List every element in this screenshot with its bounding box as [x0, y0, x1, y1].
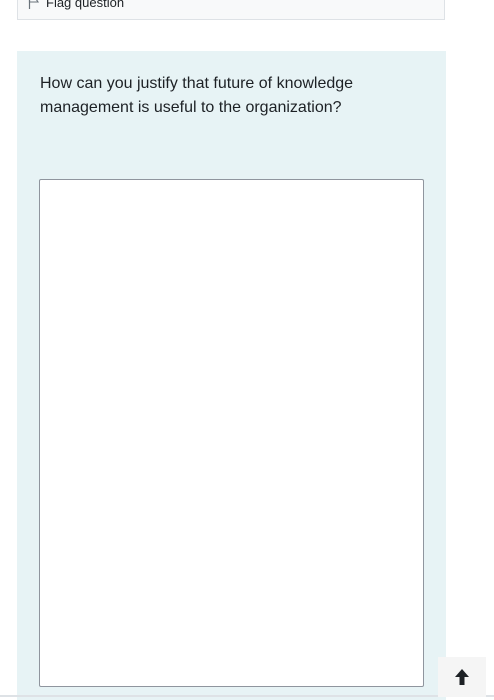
footer-divider	[0, 695, 494, 697]
question-panel: How can you justify that future of knowl…	[17, 51, 446, 700]
flag-question-link[interactable]: Flag question	[28, 0, 124, 10]
page: Flag question How can you justify that f…	[0, 0, 494, 700]
flag-icon	[28, 0, 40, 9]
question-info-card: Flag question	[17, 0, 445, 20]
answer-textarea[interactable]	[39, 179, 424, 687]
question-text: How can you justify that future of knowl…	[40, 75, 354, 116]
flag-question-label: Flag question	[46, 0, 125, 10]
back-to-top-button[interactable]	[438, 657, 486, 697]
arrow-up-icon	[455, 669, 469, 685]
